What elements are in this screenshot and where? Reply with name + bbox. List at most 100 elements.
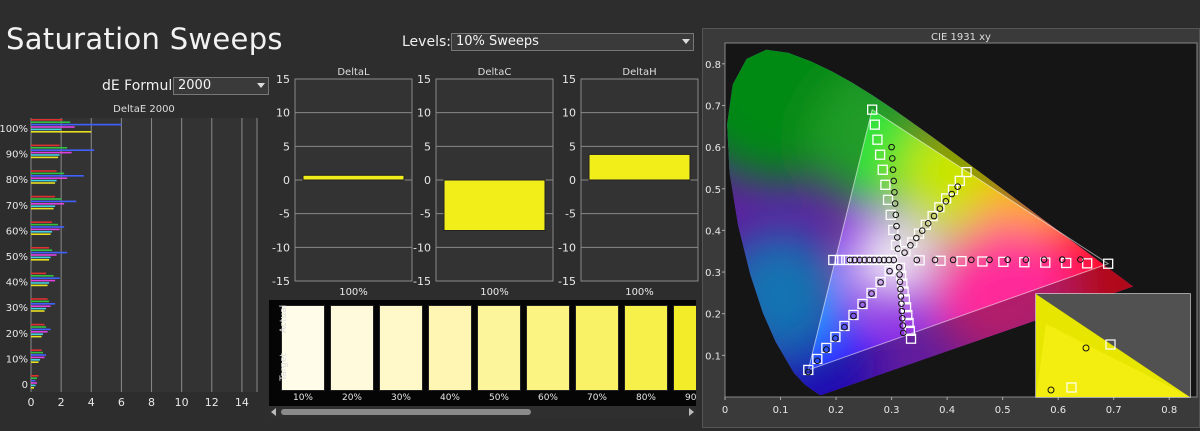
cie-x-tick-label: 0.3 xyxy=(884,405,900,416)
deltae-bar xyxy=(31,351,44,354)
deltae-x-tick-label: 6 xyxy=(118,396,125,409)
deltae-bar xyxy=(31,303,56,305)
cie-chart: CIE 1931 xy 0 0.1 0.2 0.3 0.4 0.5 0.6 0.7 0.8 0.1 0… xyxy=(705,32,1198,416)
deltae-bar xyxy=(31,359,41,361)
deltae-x-tick-label: 14 xyxy=(235,396,249,409)
swatch-scrollbar[interactable] xyxy=(269,406,696,418)
deltae-chart-title: DeltaE 2000 xyxy=(113,104,175,115)
cie-x-tick-label: 0.7 xyxy=(1106,405,1122,416)
swatch-label: 40% xyxy=(439,393,460,403)
swatch-label: 90% xyxy=(684,393,696,403)
deltae-bar xyxy=(31,205,56,207)
swatch-actual-label: Actual xyxy=(279,304,289,334)
deltae-bar xyxy=(31,259,50,261)
delta-y-tick-label: 5 xyxy=(424,140,431,153)
scroll-left-icon[interactable] xyxy=(271,408,276,416)
deltae-bar xyxy=(31,154,60,156)
deltae-bar xyxy=(31,333,44,335)
cie-y-tick-label: 0.4 xyxy=(705,226,721,237)
deltae-bar xyxy=(31,328,51,331)
deltae-bar xyxy=(31,256,51,259)
swatch-patch xyxy=(673,305,696,391)
swatch-target-label: Target xyxy=(279,353,289,381)
deltae-bar xyxy=(31,203,65,205)
scrollbar-thumb[interactable] xyxy=(281,409,531,415)
deltae-y-tick-label: 0 xyxy=(22,380,28,391)
deltae-bar xyxy=(31,298,48,300)
levels-dropdown[interactable]: 10% Sweeps xyxy=(451,33,694,51)
deltae-bar xyxy=(31,377,38,379)
deltae-bar xyxy=(31,223,59,226)
deltae-plot-area xyxy=(31,118,257,392)
cie-x-tick-label: 0.4 xyxy=(939,405,955,416)
deltae-bar xyxy=(31,151,72,154)
delta-x-tick-label: 100% xyxy=(625,287,654,298)
deltae-bar xyxy=(31,249,53,251)
delta-chart-title: DeltaL xyxy=(337,67,370,78)
delta-x-tick-label: 100% xyxy=(339,287,368,298)
deltae-bar xyxy=(31,147,68,149)
cie-y-tick-label: 0.1 xyxy=(705,351,721,362)
deltae-chart: DeltaE 2000 0 2 4 6 8 10 12 14 0 10% 20% 30% 40% 50% 60… xyxy=(0,104,258,409)
deltae-bar xyxy=(31,387,35,389)
deltae-bar xyxy=(31,119,63,121)
delta-y-tick-label: 5 xyxy=(569,140,576,153)
formula-dropdown-value: 2000 xyxy=(178,78,212,93)
swatch-patch xyxy=(330,305,374,391)
deltae-bar xyxy=(31,195,56,198)
page-title: Saturation Sweeps xyxy=(6,22,283,56)
deltae-bar xyxy=(31,284,48,287)
deltae-y-tick-label: 90% xyxy=(6,150,28,161)
deltae-bar xyxy=(31,384,36,387)
cie-y-tick-label: 0.8 xyxy=(705,60,721,71)
delta-y-tick-label: 5 xyxy=(283,140,290,153)
chevron-down-icon xyxy=(257,83,265,88)
swatch-label: 70% xyxy=(586,393,607,403)
deltae-bar xyxy=(31,275,54,277)
levels-dropdown-value: 10% Sweeps xyxy=(456,34,539,49)
deltae-bar xyxy=(31,361,39,363)
delta-bar xyxy=(443,179,546,231)
swatch-label: 10% xyxy=(292,393,313,403)
deltae-bar xyxy=(31,177,68,179)
delta-y-tick-label: 10 xyxy=(417,107,431,120)
deltae-bar xyxy=(31,307,47,310)
deltae-bar xyxy=(31,375,39,377)
swatch-label: 20% xyxy=(341,393,362,403)
swatch-label: 50% xyxy=(488,393,509,403)
swatch-column xyxy=(330,305,374,391)
deltae-bar xyxy=(31,335,42,338)
swatch-patch xyxy=(428,305,472,391)
deltae-x-tick-label: 10 xyxy=(175,396,189,409)
delta-y-tick-label: -15 xyxy=(413,275,431,288)
deltae-bar xyxy=(31,272,47,275)
deltae-bar xyxy=(31,356,45,359)
cie-x-tick-label: 0.8 xyxy=(1161,405,1177,416)
deltae-bar xyxy=(31,179,57,182)
deltae-y-tick-label: 60% xyxy=(6,226,28,237)
scroll-right-icon[interactable] xyxy=(689,408,694,416)
swatch-column xyxy=(575,305,619,391)
deltae-bar xyxy=(31,144,60,147)
deltae-bar xyxy=(31,131,92,133)
deltae-bar xyxy=(31,279,56,282)
swatch-patch xyxy=(526,305,570,391)
deltae-bar xyxy=(31,247,50,249)
cie-x-tick-label: 0.2 xyxy=(828,405,844,416)
swatch-column xyxy=(624,305,668,391)
delta-y-tick-label: 0 xyxy=(424,174,431,187)
deltae-x-tick-label: 2 xyxy=(58,396,65,409)
deltae-bar xyxy=(31,182,56,184)
cie-chart-title: CIE 1931 xy xyxy=(931,32,991,43)
swatch-column xyxy=(379,305,423,391)
swatch-label: 30% xyxy=(390,393,411,403)
delta-y-tick-label: -10 xyxy=(272,241,290,254)
formula-dropdown[interactable]: 2000 xyxy=(173,77,269,95)
deltae-bar xyxy=(31,251,68,254)
deltae-bar xyxy=(31,121,71,123)
cie-x-tick-label: 0.1 xyxy=(773,405,789,416)
delta-y-tick-label: -15 xyxy=(272,275,290,288)
cie-x-tick-label: 0 xyxy=(722,405,728,416)
deltae-y-tick-label: 40% xyxy=(6,278,28,289)
delta-y-tick-label: 0 xyxy=(283,174,290,187)
